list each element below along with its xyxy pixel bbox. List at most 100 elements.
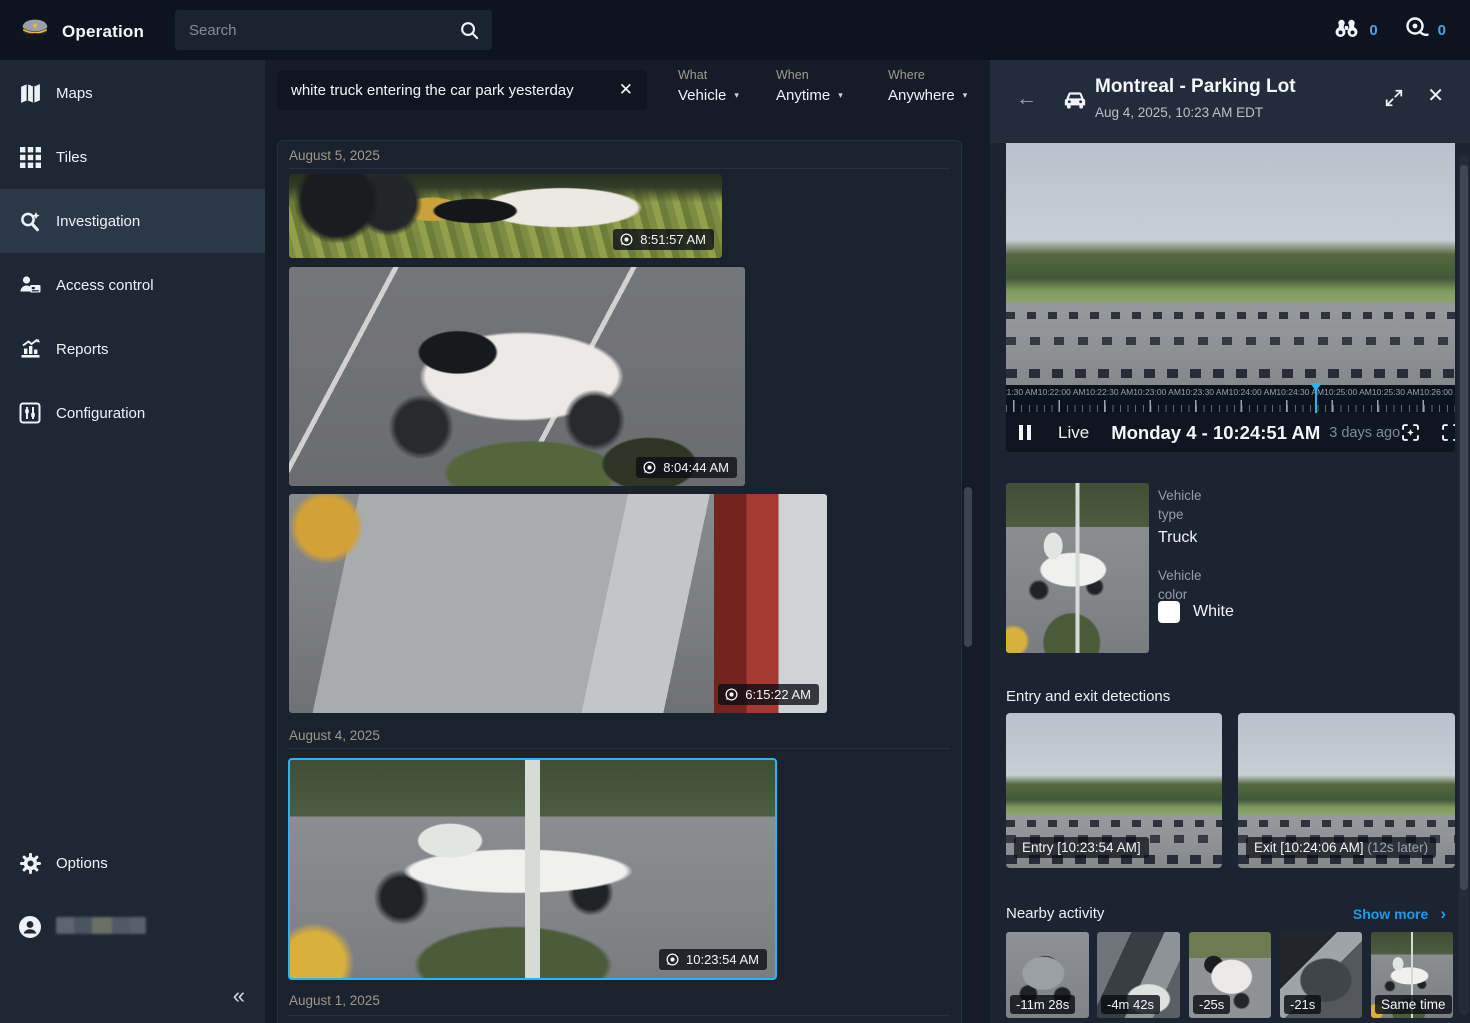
exit-detection-thumbnail[interactable]: Exit [10:24:06 AM] (12s later) [1238, 713, 1455, 868]
date-group-header: August 1, 2025 [289, 993, 380, 1008]
tiles-grid-icon [18, 147, 42, 168]
relative-time: 3 days ago [1329, 425, 1400, 441]
nearby-activity-thumbnail[interactable]: -25s [1189, 932, 1271, 1018]
camera-icon [724, 687, 739, 702]
show-more-link[interactable]: Show more › [1353, 905, 1446, 922]
detail-scrollbar[interactable] [1460, 165, 1468, 890]
app-logo: Operation [18, 17, 144, 47]
sidebar: Maps Tiles Investigation [0, 60, 265, 1023]
sidebar-item-maps[interactable]: Maps [0, 61, 265, 125]
filter-what[interactable]: What Vehicle ▾ [678, 68, 739, 104]
vehicle-crop-thumbnail[interactable] [1006, 483, 1149, 653]
car-icon [1062, 88, 1088, 117]
nearby-activity-thumbnail[interactable]: Same time [1371, 932, 1453, 1018]
detections-header: Entry and exit detections [1006, 688, 1170, 705]
sidebar-collapse-button[interactable]: « [233, 985, 245, 1007]
expand-icon[interactable] [1384, 88, 1404, 108]
timeline[interactable]: 10:21:30 AM 10:22:00 AM 10:22:30 AM 10:2… [1006, 385, 1455, 413]
time-offset: -11m 28s [1010, 995, 1075, 1014]
results-panel: August 5, 2025 8:51:57 AM 8:04:44 AM 6:1… [277, 140, 962, 1023]
live-video-frame[interactable] [1006, 143, 1455, 385]
camera-detail-panel: ← Montreal - Parking Lot Aug 4, 2025, 10… [990, 60, 1470, 1023]
vehicle-type-value: Truck [1158, 529, 1197, 547]
investigation-search-icon [18, 210, 42, 233]
exit-delay: (12s later) [1367, 840, 1428, 855]
sidebar-item-configuration[interactable]: Configuration [0, 381, 265, 445]
pause-button[interactable] [1019, 425, 1031, 440]
camera-title: Montreal - Parking Lot [1095, 76, 1296, 98]
time-offset: -4m 42s [1101, 995, 1160, 1014]
watchlist-counter[interactable]: 0 [1333, 17, 1377, 44]
fullscreen-icon[interactable] [1440, 422, 1455, 443]
camera-icon [665, 952, 680, 967]
entry-label: Entry [10:23:54 AM] [1022, 840, 1141, 855]
back-arrow-icon[interactable]: ← [1016, 88, 1037, 109]
exit-label: Exit [10:24:06 AM] [1254, 840, 1364, 855]
global-search [175, 10, 492, 50]
global-search-input[interactable] [175, 22, 459, 39]
sidebar-item-reports[interactable]: Reports [0, 317, 265, 381]
chevron-right-icon: › [1440, 905, 1446, 922]
query-text[interactable]: white truck entering the car park yester… [277, 82, 619, 99]
alarm-bell-icon [1404, 16, 1429, 44]
top-bar: Operation [0, 0, 1470, 60]
live-button[interactable]: Live [1058, 423, 1089, 443]
query-box[interactable]: white truck entering the car park yester… [277, 70, 647, 110]
camera-timestamp: Aug 4, 2025, 10:23 AM EDT [1095, 105, 1263, 120]
result-thumbnail-selected[interactable]: 10:23:54 AM [288, 758, 777, 980]
investigation-main: white truck entering the car park yester… [265, 60, 990, 1023]
detection-time: 8:51:57 AM [640, 232, 706, 247]
result-thumbnail[interactable]: 8:04:44 AM [289, 267, 745, 486]
sidebar-user-row[interactable] [0, 895, 265, 959]
sidebar-item-access-control[interactable]: Access control [0, 253, 265, 317]
timeline-ruler [1006, 400, 1455, 412]
detection-time: 6:15:22 AM [745, 687, 811, 702]
chevron-down-icon: ▾ [963, 90, 968, 101]
vehicle-type-label: Vehicle type [1158, 487, 1230, 525]
nearby-activity-thumbnail[interactable]: -11m 28s [1006, 932, 1089, 1018]
vehicle-color-row: White [1158, 601, 1234, 623]
detection-time: 10:23:54 AM [686, 952, 759, 967]
app-title: Operation [62, 22, 144, 42]
color-swatch [1158, 601, 1180, 623]
alarm-counter[interactable]: 0 [1404, 16, 1446, 44]
date-group-header: August 4, 2025 [289, 728, 380, 743]
watchlist-count: 0 [1369, 22, 1377, 39]
result-thumbnail[interactable]: 8:51:57 AM [289, 174, 722, 258]
police-cap-icon [18, 17, 52, 47]
vehicle-color-label: Vehicle color [1158, 567, 1230, 605]
map-icon [18, 82, 42, 105]
filter-where[interactable]: Where Anywhere ▾ [888, 68, 967, 104]
date-group-header: August 5, 2025 [289, 148, 380, 163]
video-player: 10:21:30 AM 10:22:00 AM 10:22:30 AM 10:2… [1006, 143, 1455, 452]
time-offset: Same time [1375, 995, 1452, 1014]
playback-controls: Live Monday 4 - 10:24:51 AM 3 days ago [1006, 413, 1455, 452]
chevron-down-icon: ▾ [734, 90, 739, 101]
detection-time: 8:04:44 AM [663, 460, 729, 475]
sidebar-item-investigation[interactable]: Investigation [0, 189, 265, 253]
nearby-activity-thumbnail[interactable]: -4m 42s [1097, 932, 1180, 1018]
playhead-line [1315, 389, 1317, 413]
results-scrollbar[interactable] [964, 487, 972, 647]
top-bar-status: 0 0 [1333, 0, 1446, 60]
clear-query-icon[interactable]: ✕ [619, 80, 633, 100]
avatar-icon [18, 915, 42, 939]
sidebar-item-tiles[interactable]: Tiles [0, 125, 265, 189]
tracking-focus-icon[interactable] [1400, 422, 1421, 443]
app-window: Operation [0, 0, 1470, 1023]
entry-detection-thumbnail[interactable]: Entry [10:23:54 AM] [1006, 713, 1222, 868]
filter-when[interactable]: When Anytime ▾ [776, 68, 843, 104]
sidebar-item-options[interactable]: Options [0, 831, 265, 895]
time-offset: -21s [1284, 995, 1321, 1014]
user-name-redacted [56, 917, 146, 934]
search-icon[interactable] [459, 20, 480, 41]
nearby-header: Nearby activity [1006, 905, 1104, 922]
result-thumbnail[interactable]: 6:15:22 AM [289, 494, 827, 713]
chevron-down-icon: ▾ [838, 90, 843, 101]
camera-icon [642, 460, 657, 475]
nearby-activity-thumbnail[interactable]: -21s [1280, 932, 1362, 1018]
camera-icon [619, 232, 634, 247]
binoculars-icon [1333, 17, 1360, 44]
detail-header: ← Montreal - Parking Lot Aug 4, 2025, 10… [990, 60, 1470, 143]
close-icon[interactable]: ✕ [1427, 86, 1444, 106]
